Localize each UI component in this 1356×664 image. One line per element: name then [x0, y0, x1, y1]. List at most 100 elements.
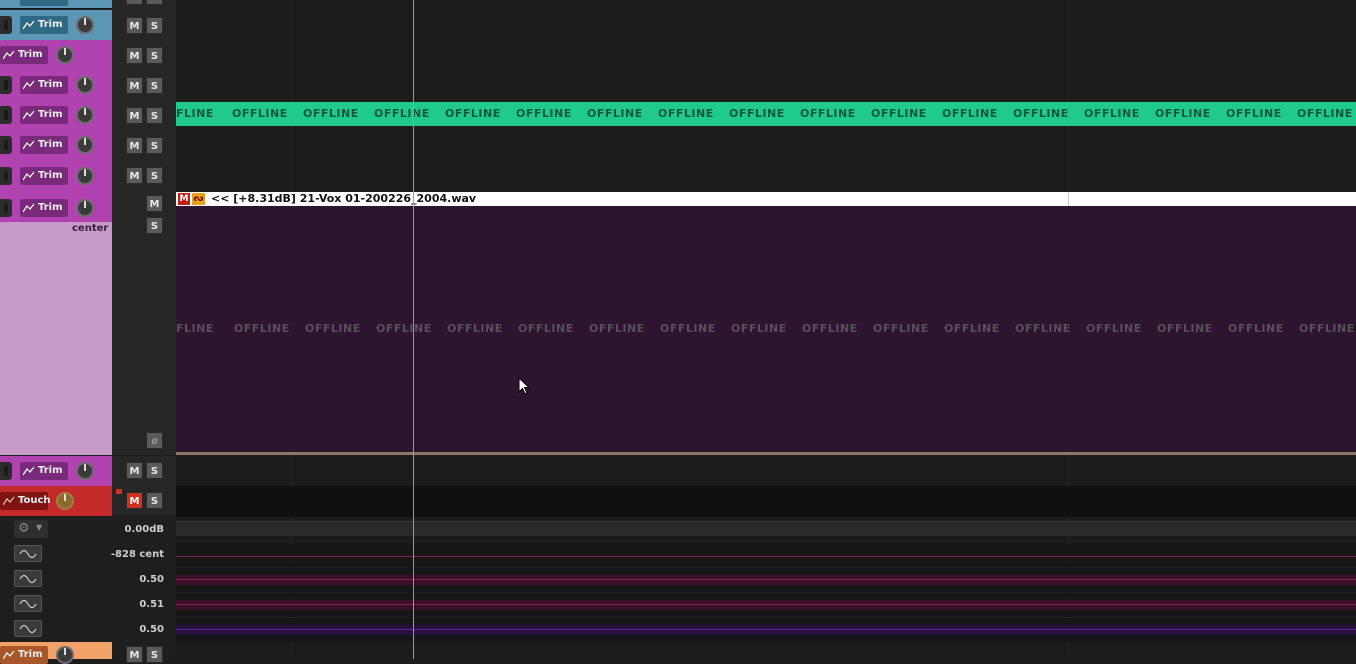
offline-label: OFFLINE — [1228, 322, 1284, 335]
offline-label: OFFLINE — [729, 107, 785, 120]
solo-button[interactable]: S — [146, 77, 163, 94]
sine-icon — [19, 549, 37, 559]
volume-knob[interactable] — [76, 136, 94, 154]
envelope-lane[interactable] — [176, 593, 1356, 617]
envelope-fill — [176, 600, 1356, 610]
offline-label: OFFLINE — [374, 107, 430, 120]
automation-mode-button[interactable]: Trim — [20, 462, 68, 480]
solo-button[interactable]: S — [146, 47, 163, 64]
automation-mode-button[interactable]: Trim — [0, 46, 48, 64]
volume-knob[interactable] — [56, 646, 74, 664]
mute-button[interactable]: M — [126, 47, 143, 64]
mixer-strip: M S — [112, 10, 176, 40]
volume-knob[interactable] — [76, 462, 94, 480]
record-arm-button[interactable] — [0, 167, 12, 185]
volume-knob[interactable] — [76, 106, 94, 124]
envelope-row: 0.50 — [0, 567, 176, 592]
automation-mode-button[interactable]: Trim — [20, 199, 68, 217]
track-separator — [176, 452, 1356, 455]
record-arm-button[interactable] — [0, 16, 12, 34]
automation-mode-button[interactable]: Trim — [20, 106, 68, 124]
automation-button[interactable] — [20, 0, 68, 6]
mute-button[interactable]: M — [126, 137, 143, 154]
envelope-toggle-button[interactable] — [14, 570, 42, 587]
envelope-toggle-button[interactable] — [14, 545, 42, 562]
solo-button[interactable]: S — [146, 137, 163, 154]
offline-label: OFFLINE — [447, 322, 503, 335]
record-arm-button[interactable] — [0, 76, 12, 94]
envelope-fill — [176, 575, 1356, 585]
solo-button[interactable]: S — [146, 646, 163, 663]
volume-knob[interactable] — [76, 16, 94, 34]
solo-button[interactable]: S — [146, 167, 163, 184]
track-panel[interactable]: Trim — [0, 642, 112, 664]
automation-mode-button[interactable]: Trim — [0, 646, 48, 664]
envelope-icon — [23, 203, 35, 213]
envelope-row: -828 cent — [0, 542, 176, 567]
envelope-icon — [23, 140, 35, 150]
automation-mode-button[interactable]: Touch — [0, 492, 51, 510]
mute-button[interactable]: M — [126, 167, 143, 184]
track-panel-partial[interactable] — [0, 0, 112, 8]
volume-knob[interactable] — [56, 46, 74, 64]
offline-label: OFFLINE — [234, 322, 290, 335]
track-lane[interactable] — [176, 486, 1356, 517]
record-arm-button[interactable] — [0, 199, 12, 217]
solo-button[interactable]: S — [146, 17, 163, 34]
phase-invert-button[interactable]: ø — [146, 432, 163, 449]
track-panel[interactable]: Trim — [0, 456, 112, 486]
mute-button[interactable]: M — [126, 646, 143, 663]
mute-button[interactable]: M — [126, 462, 143, 479]
edit-cursor[interactable] — [413, 0, 414, 659]
automation-mode-button[interactable]: Trim — [20, 16, 68, 34]
pitch-envelope-lane[interactable] — [176, 543, 1356, 567]
offline-media-item[interactable]: FLINE OFFLINE OFFLINE OFFLINE OFFLINE OF… — [176, 102, 1356, 126]
track-panel-selected[interactable]: Trim center — [0, 192, 112, 455]
mute-button[interactable]: M — [126, 107, 143, 124]
mute-button[interactable]: M — [126, 492, 143, 509]
track-panel[interactable]: Trim — [0, 160, 112, 192]
offline-label: OFFLINE — [871, 107, 927, 120]
offline-label: OFFLINE — [303, 107, 359, 120]
track-panel[interactable]: Touch — [0, 486, 112, 516]
solo-button[interactable]: S — [146, 462, 163, 479]
automation-mode-label: Trim — [38, 109, 63, 120]
track-panel[interactable]: Trim — [0, 10, 112, 40]
media-item-body[interactable]: FLINE OFFLINE OFFLINE OFFLINE OFFLINE OF… — [176, 206, 1356, 453]
offline-label: OFFLINE — [873, 322, 929, 335]
volume-knob[interactable] — [56, 492, 74, 510]
envelope-icon — [23, 80, 35, 90]
volume-knob[interactable] — [76, 167, 94, 185]
mute-button[interactable]: M — [126, 77, 143, 94]
automation-mode-button[interactable]: Trim — [20, 136, 68, 154]
track-panel[interactable]: Trim — [0, 70, 112, 100]
track-panel[interactable]: Trim — [0, 40, 112, 70]
automation-mode-button[interactable]: Trim — [20, 76, 68, 94]
envelope-options-button[interactable]: ⚙ ▼ — [14, 520, 48, 538]
volume-envelope-lane[interactable] — [176, 521, 1356, 536]
mute-button[interactable]: M — [126, 17, 143, 34]
media-item-header[interactable]: M ᔓ << [+8.31dB] 21-Vox 01-200226_2004.w… — [176, 192, 1356, 206]
offline-label: OFFLINE — [518, 322, 574, 335]
mute-button[interactable]: M — [146, 195, 163, 212]
envelope-lane[interactable] — [176, 618, 1356, 642]
envelope-toggle-button[interactable] — [14, 620, 42, 637]
volume-knob[interactable] — [76, 199, 94, 217]
record-arm-button[interactable] — [0, 462, 12, 480]
solo-button[interactable] — [146, 0, 163, 5]
envelope-value: 0.50 — [139, 624, 164, 635]
offline-label: OFFLINE — [1299, 322, 1355, 335]
track-panel[interactable]: Trim — [0, 130, 112, 160]
mute-button[interactable] — [126, 0, 143, 5]
solo-button[interactable]: S — [146, 492, 163, 509]
solo-button[interactable]: S — [146, 107, 163, 124]
record-arm-button[interactable] — [0, 106, 12, 124]
automation-mode-button[interactable]: Trim — [20, 167, 68, 185]
record-arm-button[interactable] — [0, 136, 12, 154]
track-panel[interactable]: Trim — [0, 100, 112, 130]
volume-knob[interactable] — [76, 76, 94, 94]
envelope-toggle-button[interactable] — [14, 595, 42, 612]
envelope-lane[interactable] — [176, 568, 1356, 592]
envelope-line — [176, 604, 1356, 605]
solo-button[interactable]: S — [146, 217, 163, 234]
